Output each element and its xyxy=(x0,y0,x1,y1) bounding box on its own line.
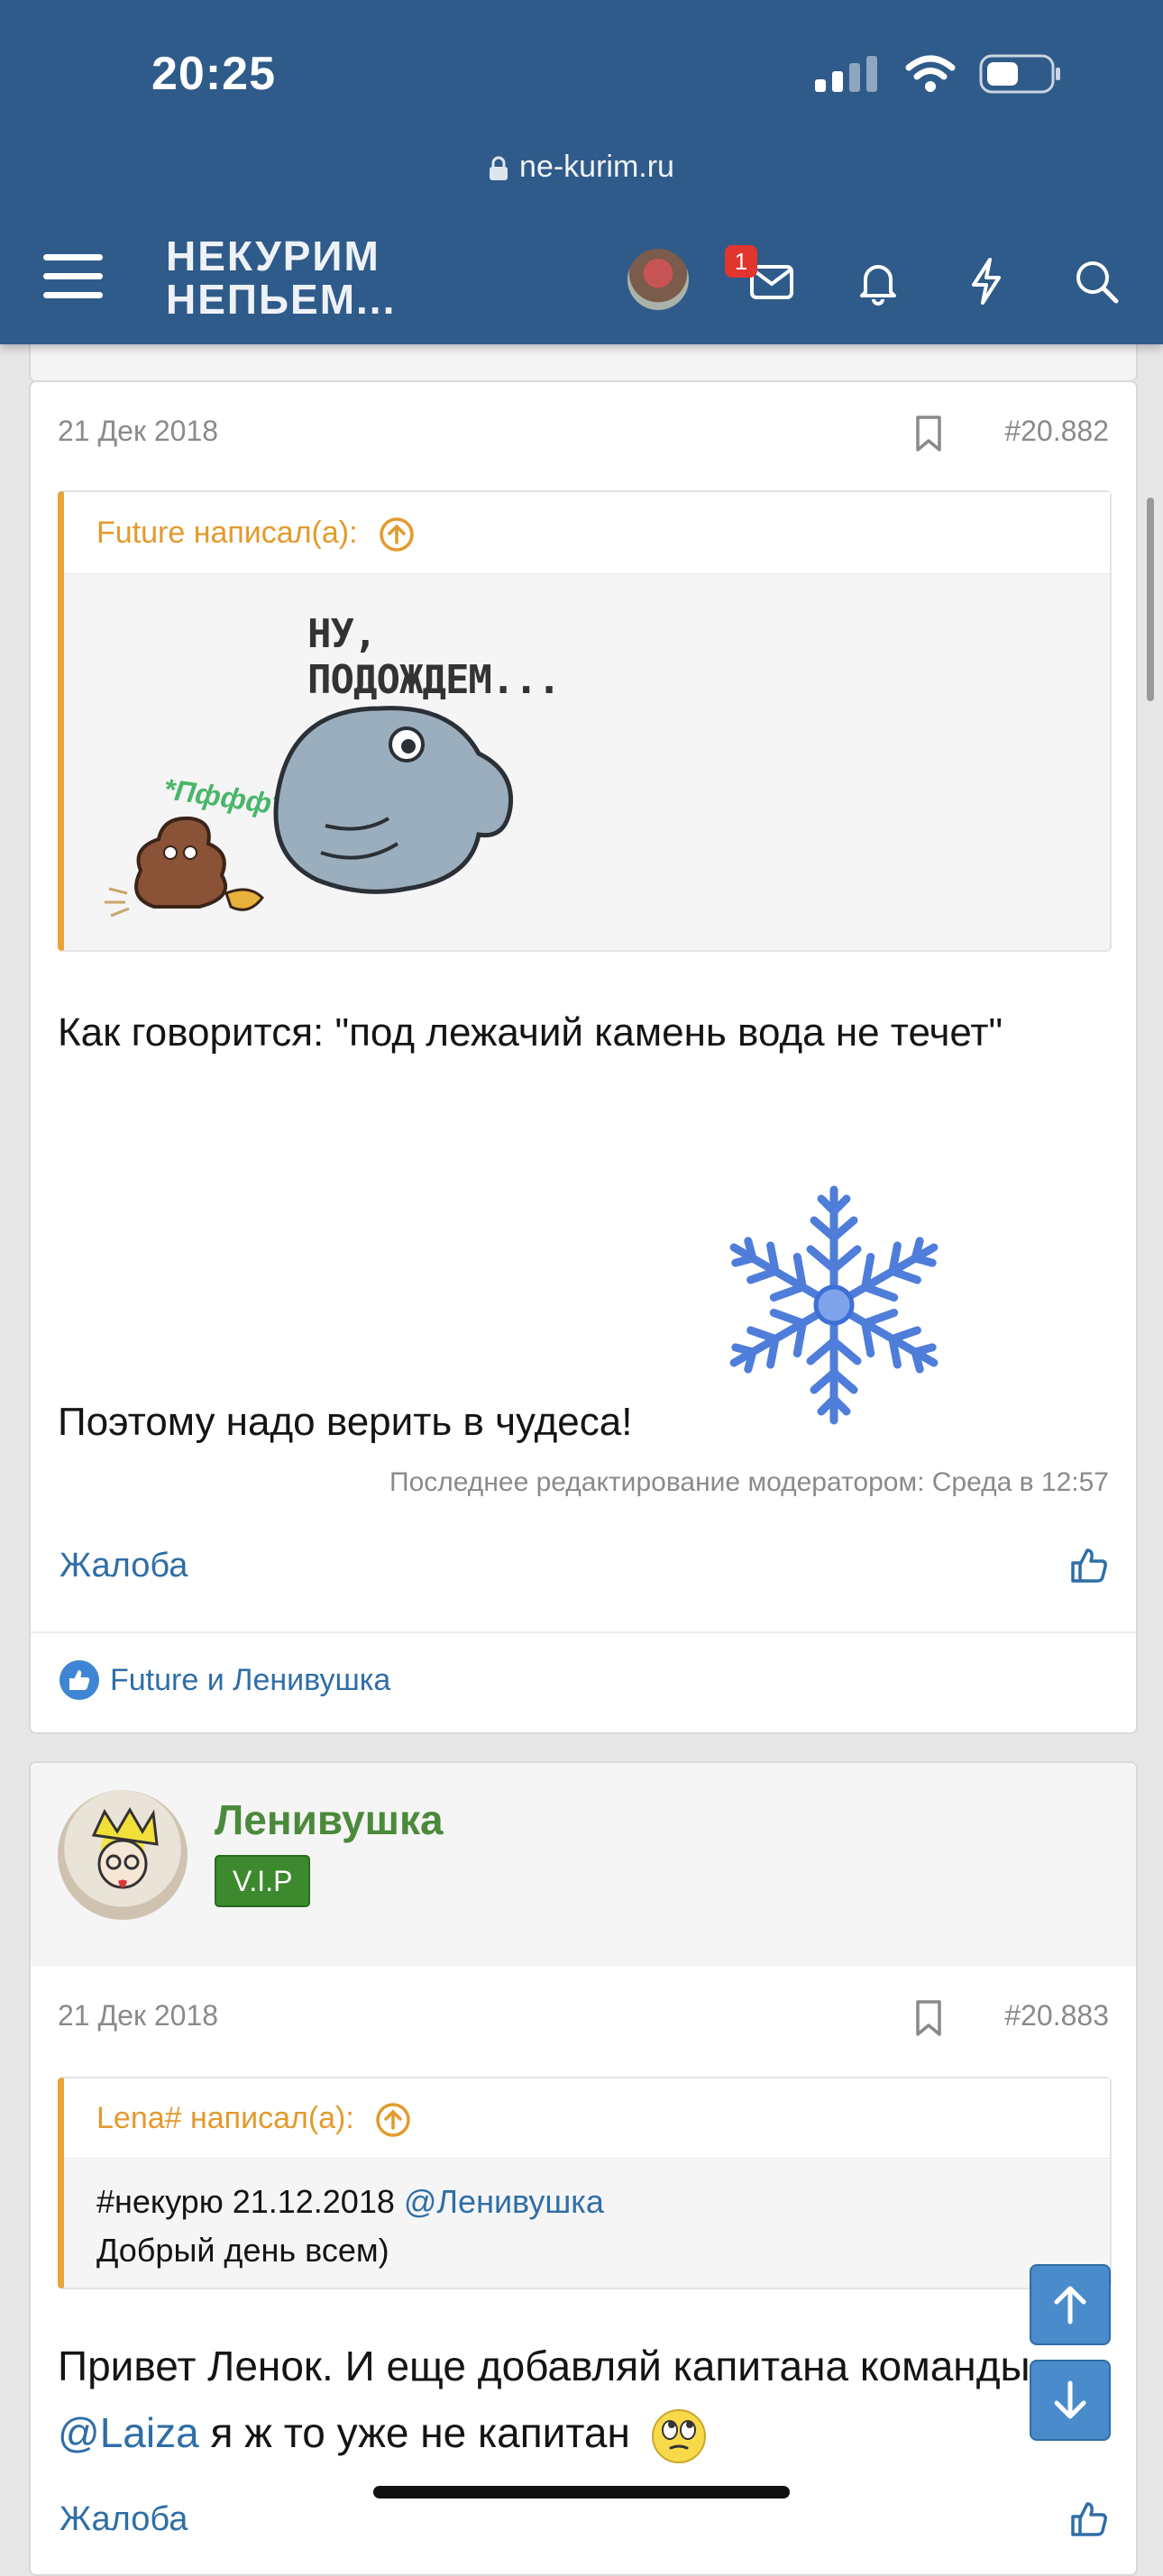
quote-line-1: #некурю 21.12.2018 xyxy=(96,2183,404,2220)
post-20882: 21 Дек 2018 #20.882 Future написал(а): Н… xyxy=(29,380,1138,1734)
bell-icon xyxy=(860,265,896,306)
battery-icon xyxy=(979,54,1060,94)
site-nav: НЕКУРИМ НЕПЬЕМ... 1 xyxy=(0,234,1163,324)
avatar-picture xyxy=(91,1807,159,1889)
arrow-up-icon xyxy=(1054,2286,1086,2325)
report-link[interactable]: Жалоба xyxy=(60,1547,188,1585)
whats-new-button[interactable] xyxy=(959,254,1013,308)
lightning-icon xyxy=(972,258,1001,305)
post-date[interactable]: 21 Дек 2018 xyxy=(58,1999,218,2032)
arrow-down-icon xyxy=(1054,2380,1086,2419)
like-icon[interactable] xyxy=(1069,1545,1109,1585)
post-number[interactable]: #20.883 xyxy=(1004,1999,1109,2032)
quote-body: #некурю 21.12.2018 @Ленивушка Добрый ден… xyxy=(96,2178,604,2275)
quote-header[interactable]: Future написал(а): xyxy=(64,492,1110,574)
search-button[interactable] xyxy=(1069,254,1123,308)
snowflake-image xyxy=(729,1185,939,1425)
logo-line-1: НЕКУРИМ xyxy=(166,233,380,279)
arrow-up-circle-icon[interactable] xyxy=(375,2102,411,2138)
quote-author: Lena# написал(а): xyxy=(96,2101,354,2135)
arrow-up-circle-icon[interactable] xyxy=(379,516,415,553)
status-time: 20:25 xyxy=(151,48,276,100)
cellular-signal-icon xyxy=(815,56,877,92)
post-text: Как говорится: "под лежачий камень вода … xyxy=(58,1010,1003,1055)
scroll-top-button[interactable] xyxy=(1030,2264,1111,2345)
wifi-icon xyxy=(905,55,956,92)
page-scrollbar[interactable] xyxy=(1147,498,1154,701)
address-bar[interactable]: ne-kurim.ru xyxy=(0,150,1163,185)
post-20883: Ленивушка V.I.P 21 Дек 2018 #20.883 Lena… xyxy=(29,1761,1138,2576)
post-line-1: Привет Ленок. И еще добавляй капитана ко… xyxy=(58,2343,1030,2389)
status-icons xyxy=(815,54,1062,94)
user-title-badge: V.I.P xyxy=(215,1855,311,1907)
sticker-image: НУ, ПОДОЖДЕМ... *Пффф* xyxy=(91,582,632,934)
post-text: Привет Ленок. И еще добавляй капитана ко… xyxy=(58,2333,1122,2466)
burger-line xyxy=(43,273,103,279)
bookmark-icon[interactable] xyxy=(914,415,943,452)
scroll-bottom-button[interactable] xyxy=(1030,2360,1111,2441)
post-date[interactable]: 21 Дек 2018 xyxy=(58,415,218,448)
author-username[interactable]: Ленивушка xyxy=(215,1795,444,1844)
logo-line-2: НЕПЬЕМ... xyxy=(166,276,397,323)
author-avatar[interactable] xyxy=(58,1790,188,1920)
quote-author: Future написал(а): xyxy=(96,516,358,550)
rolling-eyes-emoji-icon xyxy=(651,2408,706,2463)
home-indicator[interactable] xyxy=(373,2486,790,2498)
burger-line xyxy=(43,292,103,298)
lock-icon xyxy=(490,156,508,181)
post-text-2: Поэтому надо верить в чудеса! xyxy=(58,1400,633,1444)
quote-line-2: Добрый день всем) xyxy=(96,2232,389,2269)
url-text: ne-kurim.ru xyxy=(519,150,674,184)
reactions-bar[interactable]: Future и Ленивушка xyxy=(58,1658,390,1702)
alerts-button[interactable] xyxy=(851,254,905,308)
quote-header[interactable]: Lena# написал(а): xyxy=(64,2078,1110,2159)
user-avatar[interactable] xyxy=(627,249,689,310)
user-header: Ленивушка V.I.P xyxy=(31,1763,1136,1967)
like-reaction-icon xyxy=(60,1660,99,1700)
post-number[interactable]: #20.882 xyxy=(1004,415,1109,448)
like-icon[interactable] xyxy=(1069,2498,1109,2538)
edited-note: Последнее редактирование модератором: Ср… xyxy=(389,1467,1109,1497)
site-logo[interactable]: НЕКУРИМ НЕПЬЕМ... xyxy=(166,234,396,321)
reactions-text: Future и Ленивушка xyxy=(110,1662,391,1697)
top-bar: 20:25 ne-kurim.ru НЕКУРИМ НЕПЬЕМ... 1 xyxy=(0,0,1163,344)
mention-link[interactable]: @Ленивушка xyxy=(404,2183,604,2220)
menu-button[interactable] xyxy=(43,254,103,305)
burger-line xyxy=(43,254,103,260)
post-line-2: я ж то уже не капитан xyxy=(198,2409,630,2456)
divider xyxy=(31,1631,1136,1633)
mention-link[interactable]: @Laiza xyxy=(58,2409,199,2456)
search-icon xyxy=(1076,261,1119,304)
messages-badge: 1 xyxy=(725,245,757,278)
sticker-drawing xyxy=(105,706,514,918)
quote-block: Lena# написал(а): #некурю 21.12.2018 @Ле… xyxy=(58,2077,1112,2289)
quote-block: Future написал(а): НУ, ПОДОЖДЕМ... *Пффф… xyxy=(58,490,1112,952)
bookmark-icon[interactable] xyxy=(914,1999,943,2037)
